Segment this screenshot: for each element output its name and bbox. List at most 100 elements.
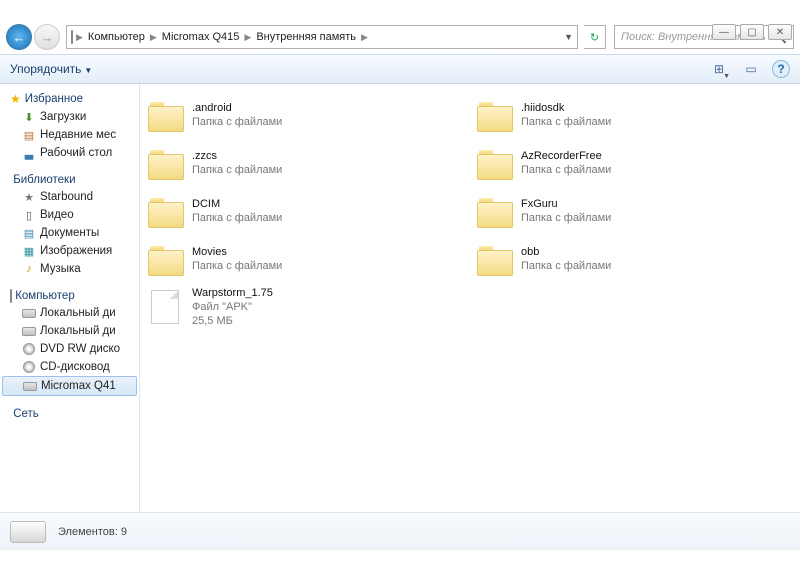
folder-item[interactable]: AzRecorderFreeПапка с файлами xyxy=(475,140,794,188)
file-type: Папка с файлами xyxy=(521,116,611,130)
breadcrumb-segment[interactable]: Компьютер xyxy=(86,31,147,43)
computer-icon xyxy=(10,290,12,302)
sidebar-item-label: Изображения xyxy=(40,245,112,257)
sidebar-label: Компьютер xyxy=(15,290,75,302)
sidebar-item-starbound[interactable]: ★ Starbound xyxy=(0,188,139,206)
chevron-right-icon: ▶ xyxy=(241,32,254,43)
file-name: Warpstorm_1.75 xyxy=(192,287,273,301)
file-type: Папка с файлами xyxy=(521,260,611,274)
chevron-down-icon: ▼ xyxy=(723,73,730,80)
file-name: obb xyxy=(521,246,611,260)
minimize-button[interactable]: — xyxy=(712,24,736,40)
folder-item[interactable]: MoviesПапка с файлами xyxy=(146,236,465,284)
sidebar-head-network[interactable]: Сеть xyxy=(0,406,139,422)
folder-item[interactable]: .hiidosdkПапка с файлами xyxy=(475,92,794,140)
status-bar: Элементов: 9 xyxy=(0,512,800,550)
file-type: Папка с файлами xyxy=(192,164,282,178)
sidebar-item-pictures[interactable]: ▦ Изображения xyxy=(0,242,139,260)
sidebar-group-favorites: ★ Избранное ⬇Загрузки ▤Недавние мес ▃ Раб… xyxy=(0,90,139,162)
sidebar-group-network: Сеть xyxy=(0,406,139,422)
sidebar-label: Избранное xyxy=(25,93,83,105)
file-name: .android xyxy=(192,102,282,116)
file-type: Папка с файлами xyxy=(192,260,282,274)
folder-item[interactable]: .zzcsПапка с файлами xyxy=(146,140,465,188)
file-item[interactable]: Warpstorm_1.75Файл "APK"25,5 МБ xyxy=(146,284,465,332)
folder-item[interactable]: obbПапка с файлами xyxy=(475,236,794,284)
views-button[interactable]: ⊞ ▼ xyxy=(708,59,730,79)
folder-item[interactable]: .androidПапка с файлами xyxy=(146,92,465,140)
chevron-down-icon: ▼ xyxy=(84,66,92,75)
window-controls: — ▢ ✕ xyxy=(712,24,792,40)
breadcrumb-segment[interactable]: Внутренняя память xyxy=(254,31,358,43)
sidebar-group-libraries: Библиотеки ★Starbound ▯Видео ▤Документы … xyxy=(0,172,139,278)
toolbar: Упорядочить▼ ⊞ ▼ ▭ ? xyxy=(0,54,800,84)
chevron-right-icon: ▶ xyxy=(147,32,160,43)
drive-icon xyxy=(22,306,36,320)
folder-icon xyxy=(477,146,513,182)
file-name: FxGuru xyxy=(521,198,611,212)
desktop-icon: ▃ xyxy=(22,146,36,160)
sidebar-item-documents[interactable]: ▤Документы xyxy=(0,224,139,242)
sidebar-item-label: Starbound xyxy=(40,191,93,203)
main-area: ★ Избранное ⬇Загрузки ▤Недавние мес ▃ Раб… xyxy=(0,84,800,512)
chevron-down-icon[interactable]: ▼ xyxy=(564,32,573,42)
navigation-bar: ← → ▶ Компьютер ▶ Micromax Q415 ▶ Внутре… xyxy=(0,20,800,54)
breadcrumb-segment[interactable]: Micromax Q415 xyxy=(160,31,242,43)
folder-item[interactable]: DCIMПапка с файлами xyxy=(146,188,465,236)
sidebar-item-micromax[interactable]: Micromax Q41 xyxy=(2,376,137,396)
status-count-label: Элементов: xyxy=(58,526,118,538)
preview-pane-button[interactable]: ▭ xyxy=(740,59,762,79)
file-type: Папка с файлами xyxy=(521,212,611,226)
drive-icon xyxy=(10,521,46,543)
folder-icon xyxy=(148,98,184,134)
file-list[interactable]: .androidПапка с файлами.hiidosdkПапка с … xyxy=(140,84,800,512)
chevron-right-icon: ▶ xyxy=(73,32,86,43)
refresh-button[interactable]: ↻ xyxy=(584,25,606,49)
sidebar-item-video[interactable]: ▯Видео xyxy=(0,206,139,224)
folder-icon xyxy=(477,242,513,278)
sidebar-item-music[interactable]: ♪ Музыка xyxy=(0,260,139,278)
download-icon: ⬇ xyxy=(22,110,36,124)
recent-icon: ▤ xyxy=(22,128,36,142)
sidebar-item-desktop[interactable]: ▃ Рабочий стол xyxy=(0,144,139,162)
address-bar[interactable]: ▶ Компьютер ▶ Micromax Q415 ▶ Внутренняя… xyxy=(66,25,578,49)
maximize-button[interactable]: ▢ xyxy=(740,24,764,40)
sidebar-item-dvd-rw[interactable]: DVD RW диско xyxy=(0,340,139,358)
folder-icon xyxy=(148,146,184,182)
sidebar-item-local-disk[interactable]: Локальный ди xyxy=(0,322,139,340)
file-name: .hiidosdk xyxy=(521,102,611,116)
pictures-icon: ▦ xyxy=(22,244,36,258)
help-button[interactable]: ? xyxy=(772,60,790,78)
folder-item[interactable]: FxGuruПапка с файлами xyxy=(475,188,794,236)
sidebar-item-label: DVD RW диско xyxy=(40,343,120,355)
folder-icon xyxy=(148,242,184,278)
chevron-right-icon: ▶ xyxy=(358,32,371,43)
sidebar-item-local-disk[interactable]: Локальный ди xyxy=(0,304,139,322)
star-icon: ★ xyxy=(22,190,36,204)
sidebar-label: Библиотеки xyxy=(13,174,75,186)
organize-menu[interactable]: Упорядочить▼ xyxy=(10,62,92,76)
help-icon: ? xyxy=(777,62,784,76)
sidebar-head-computer[interactable]: Компьютер xyxy=(0,288,139,304)
sidebar-head-favorites[interactable]: ★ Избранное xyxy=(0,90,139,108)
status-count-value: 9 xyxy=(121,526,127,538)
sidebar-item-label: Музыка xyxy=(40,263,81,275)
music-icon: ♪ xyxy=(22,262,36,276)
sidebar-item-recent[interactable]: ▤Недавние мес xyxy=(0,126,139,144)
sidebar-item-cd-drive[interactable]: CD-дисковод xyxy=(0,358,139,376)
sidebar-item-label: Рабочий стол xyxy=(40,147,112,159)
sidebar-head-libraries[interactable]: Библиотеки xyxy=(0,172,139,188)
file-name: DCIM xyxy=(192,198,282,212)
file-type: Файл "APK" xyxy=(192,301,273,315)
sidebar-item-label: CD-дисковод xyxy=(40,361,110,373)
sidebar-item-downloads[interactable]: ⬇Загрузки xyxy=(0,108,139,126)
forward-button[interactable]: → xyxy=(34,24,60,50)
close-button[interactable]: ✕ xyxy=(768,24,792,40)
disc-icon xyxy=(22,360,36,374)
sidebar-item-label: Документы xyxy=(40,227,99,239)
folder-icon xyxy=(477,98,513,134)
disc-icon xyxy=(22,342,36,356)
sidebar-item-label: Локальный ди xyxy=(40,307,116,319)
back-button[interactable]: ← xyxy=(6,24,32,50)
file-type: Папка с файлами xyxy=(192,116,282,130)
